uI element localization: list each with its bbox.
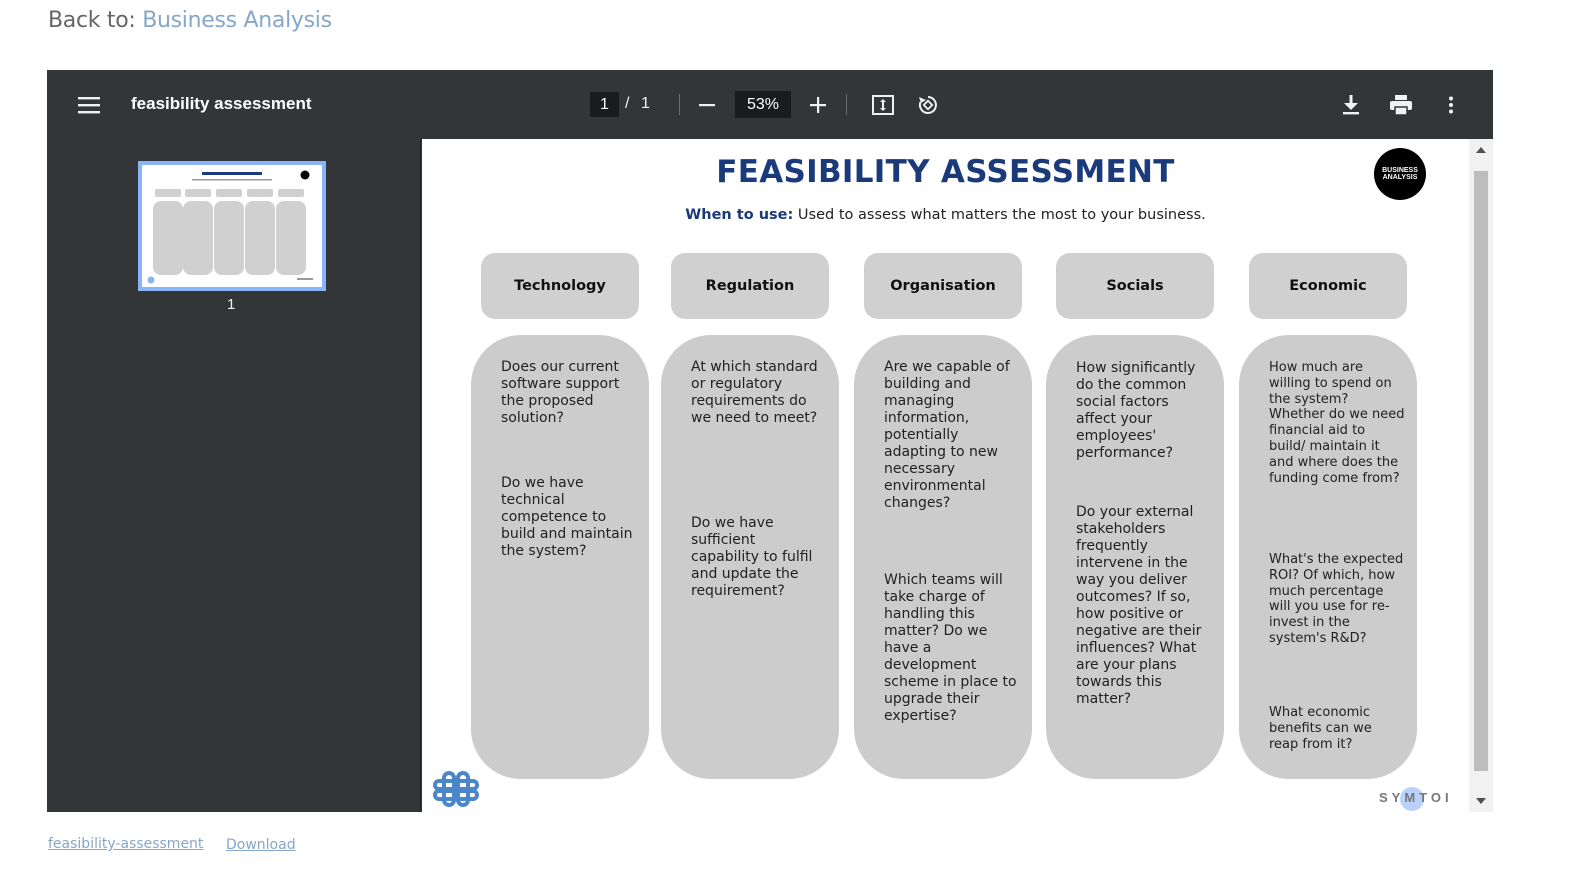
file-link[interactable]: feasibility-assessment	[48, 836, 203, 852]
when-to-use-text: Used to assess what matters the most to …	[793, 207, 1206, 223]
back-link-business-analysis[interactable]: Business Analysis	[142, 8, 332, 33]
question-text: Are we capable of building and managing …	[884, 359, 1010, 511]
page-title: FEASIBILITY ASSESSMENT	[716, 154, 1175, 190]
toolbar-divider	[846, 94, 847, 115]
thumbnail-sidebar: 1	[47, 139, 421, 812]
fit-page-icon[interactable]	[870, 93, 896, 117]
more-icon[interactable]	[1441, 93, 1461, 117]
rotate-icon[interactable]	[915, 92, 941, 118]
pdf-page: FEASIBILITY ASSESSMENT When to use: Used…	[422, 139, 1469, 812]
back-link-line: Back to: Business Analysis	[48, 8, 332, 33]
back-prefix: Back to:	[48, 8, 143, 33]
business-analysis-logo: BUSINESS ANALYSIS	[1374, 148, 1426, 200]
column-card-socials: How significantly do the common social f…	[1046, 335, 1224, 779]
column-card-economic: How much are willing to spend on the sys…	[1239, 335, 1417, 779]
thumbnail-preview	[142, 165, 322, 287]
question-text: Do we have technical competence to build…	[501, 475, 633, 559]
pdf-viewer: feasibility assessment 1 / 1 53% 1 FEASI…	[47, 70, 1493, 812]
document-page-area: FEASIBILITY ASSESSMENT When to use: Used…	[422, 139, 1469, 812]
page-total: 1	[641, 95, 650, 112]
column-heading-economic: Economic	[1249, 253, 1407, 319]
when-to-use-line: When to use: Used to assess what matters…	[422, 207, 1469, 223]
zoom-in-icon[interactable]	[806, 94, 830, 116]
zoom-level-input[interactable]: 53%	[735, 91, 791, 118]
column-heading-technology: Technology	[481, 253, 639, 319]
column-heading-organisation: Organisation	[864, 253, 1022, 319]
column-card-organisation: Are we capable of building and managing …	[854, 335, 1032, 779]
column-heading-regulation: Regulation	[671, 253, 829, 319]
knot-logo-icon	[432, 769, 480, 812]
download-link[interactable]: Download	[226, 837, 296, 853]
question-text: At which standard or regulatory requirem…	[691, 359, 818, 426]
thumbnail-page-number: 1	[227, 296, 236, 313]
question-text: What's the expected ROI? Of which, how m…	[1269, 552, 1404, 646]
question-text: What economic benefits can we reap from …	[1269, 705, 1372, 752]
question-text: Do your external stakeholders frequently…	[1076, 504, 1202, 707]
page-number-input[interactable]: 1	[590, 92, 619, 117]
print-icon[interactable]	[1388, 93, 1414, 117]
toolbar-divider	[679, 94, 680, 115]
pdf-toolbar: feasibility assessment 1 / 1 53%	[47, 70, 1493, 139]
column-heading-socials: Socials	[1056, 253, 1214, 319]
column-card-regulation: At which standard or regulatory requirem…	[661, 335, 839, 779]
download-icon[interactable]	[1339, 93, 1363, 117]
when-to-use-label: When to use:	[685, 207, 794, 223]
page-thumbnail[interactable]	[138, 161, 326, 291]
scroll-up-arrow-icon[interactable]	[1476, 147, 1486, 153]
document-title: feasibility assessment	[131, 94, 312, 113]
question-text: Which teams will take charge of handling…	[884, 572, 1017, 724]
column-card-technology: Does our current software support the pr…	[471, 335, 649, 779]
question-text: Do we have sufficient capability to fulf…	[691, 515, 813, 599]
question-text: How significantly do the common social f…	[1076, 360, 1196, 461]
question-text: How much are willing to spend on the sys…	[1269, 360, 1405, 486]
symtoi-brand: SYMTOI	[1379, 790, 1453, 805]
scroll-down-arrow-icon[interactable]	[1476, 798, 1486, 804]
scrollbar-thumb[interactable]	[1474, 171, 1488, 771]
page-scrollbar[interactable]	[1469, 139, 1493, 812]
zoom-out-icon[interactable]	[695, 94, 719, 116]
page-separator: /	[625, 95, 630, 112]
question-text: Does our current software support the pr…	[501, 359, 620, 426]
menu-icon[interactable]	[71, 92, 107, 118]
